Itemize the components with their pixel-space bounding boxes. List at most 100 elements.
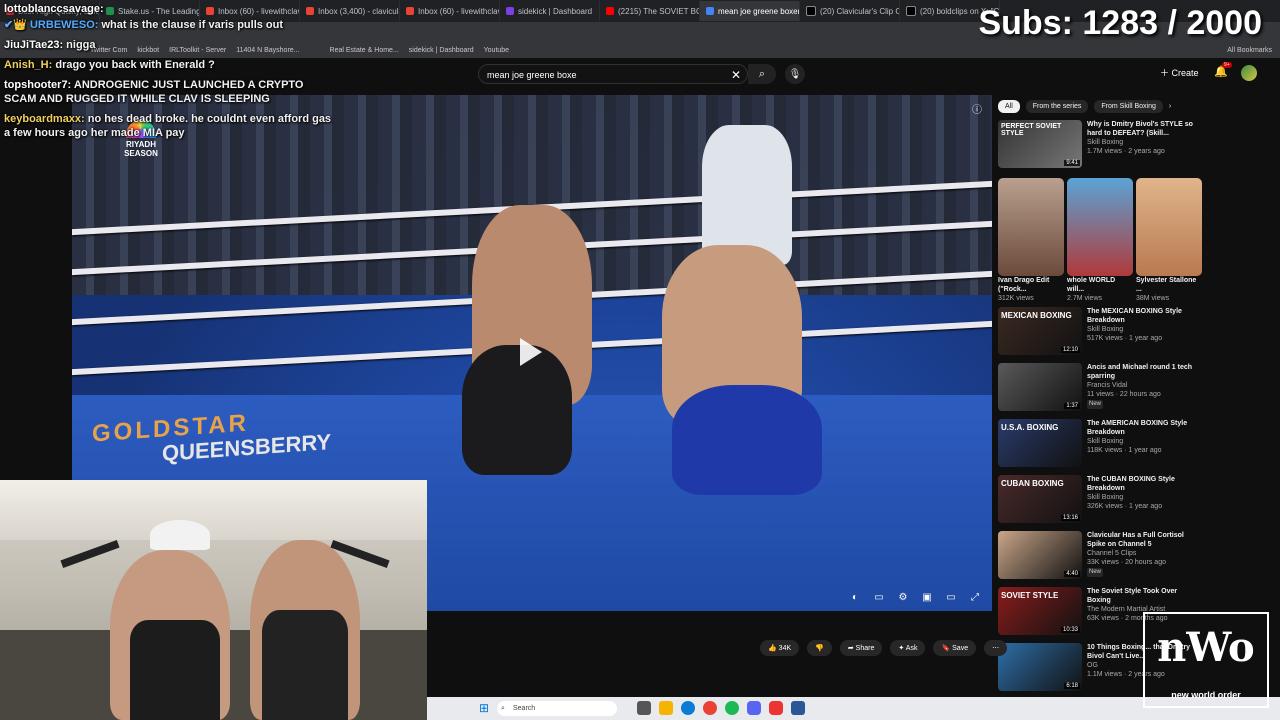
channel-name[interactable]: Channel 5 Clips (1087, 549, 1202, 558)
video-title[interactable]: The MEXICAN BOXING Style Breakdown (1087, 307, 1202, 325)
streamer-tank-top (130, 620, 220, 720)
thumbs-down-icon: 👎 (815, 645, 824, 652)
edge-icon[interactable] (681, 701, 695, 715)
recommended-video[interactable]: 4:40 Clavicular Has a Full Cortisol Spike… (998, 531, 1202, 583)
channel-name[interactable]: Skill Boxing (1087, 325, 1202, 334)
microphone-arm (60, 539, 120, 569)
video-title[interactable]: Ancis and Michael round 1 tech sparring (1087, 363, 1202, 381)
new-badge: New (1087, 568, 1104, 577)
create-button[interactable]: ＋ Create (1160, 66, 1199, 79)
recommended-video[interactable]: U.S.A. BOXING The AMERICAN BOXING Style B… (998, 419, 1202, 471)
task-view-icon[interactable] (637, 701, 651, 715)
play-icon[interactable] (520, 338, 542, 366)
chip-series[interactable]: From the series (1025, 99, 1089, 113)
youtube-icon (606, 7, 614, 15)
short-views: 2.7M views (1067, 295, 1103, 302)
ask-button[interactable]: ✦ Ask (890, 640, 926, 656)
recommended-video[interactable]: PERFECT SOVIET STYLE 9:41 Why is Dmitry … (998, 120, 1202, 172)
share-label: Share (855, 645, 875, 652)
recommended-video[interactable]: MEXICAN BOXING 12:10 The MEXICAN BOXING St… (998, 307, 1202, 359)
chat-username: lottoblanccsavage: (4, 3, 104, 15)
recommended-video[interactable]: CUBAN BOXING 13:16 The CUBAN BOXING Style … (998, 475, 1202, 527)
create-label: Create (1171, 68, 1199, 78)
short-title[interactable]: Ivan Drago Edit ("Rock... (998, 276, 1064, 294)
video-title[interactable]: The CUBAN BOXING Style Breakdown (1087, 475, 1202, 493)
short-views: 312K views (998, 295, 1034, 302)
chevron-right-icon[interactable]: › (1169, 103, 1171, 110)
more-options-button[interactable]: ⋯ (984, 640, 1008, 656)
video-meta: 118K views · 1 year ago (1087, 447, 1162, 454)
chip-all[interactable]: All (998, 99, 1020, 113)
voice-search-button[interactable]: 🎙 (785, 64, 805, 84)
tab-title: mean joe greene boxer (718, 6, 800, 16)
video-thumbnail[interactable]: U.S.A. BOXING (998, 419, 1082, 467)
clear-search-icon[interactable]: ✕ (731, 65, 741, 85)
fullscreen-icon[interactable]: ⤢ (968, 592, 982, 603)
chat-username: keyboardmaxx: (4, 113, 85, 125)
video-title[interactable]: The Soviet Style Took Over Boxing (1087, 587, 1202, 605)
share-icon: ➦ (847, 645, 856, 652)
subtitles-icon[interactable]: ▭ (872, 592, 886, 603)
channel-name[interactable]: Francis Vidal (1087, 381, 1202, 390)
referee-figure (702, 125, 792, 265)
more-icon: ⋯ (992, 645, 1000, 652)
browser-tab-active[interactable]: mean joe greene boxer (700, 1, 800, 21)
short-thumbnail[interactable] (1067, 178, 1133, 276)
channel-name[interactable]: Skill Boxing (1087, 493, 1202, 502)
theater-mode-icon[interactable]: ▭ (944, 592, 958, 603)
browser-tab[interactable]: sidekick | Dashboard (500, 1, 600, 21)
short-thumbnail[interactable] (998, 178, 1064, 276)
share-button[interactable]: ➦ Share (839, 640, 883, 656)
app-icon[interactable] (769, 701, 783, 715)
video-thumbnail[interactable]: CUBAN BOXING 13:16 (998, 475, 1082, 523)
miniplayer-icon[interactable]: ▣ (920, 592, 934, 603)
video-title[interactable]: The AMERICAN BOXING Style Breakdown (1087, 419, 1202, 437)
avatar[interactable] (1241, 65, 1257, 81)
video-thumbnail[interactable]: 6:18 (998, 643, 1082, 691)
sparkle-icon: ✦ (898, 645, 906, 652)
browser-tab[interactable]: (20) Clavicular's Clip Com (800, 1, 900, 21)
video-title[interactable]: Why is Dmitry Bivol's STYLE so hard to D… (1087, 120, 1202, 138)
search-button[interactable]: ⌕ (748, 64, 776, 84)
webcam-overlay (0, 480, 427, 720)
save-button[interactable]: 🔖 Save (933, 640, 977, 656)
chip-channel[interactable]: From Skill Boxing (1094, 99, 1163, 113)
video-duration: 13:16 (1060, 515, 1080, 521)
short-thumbnail[interactable] (1136, 178, 1202, 276)
video-thumbnail[interactable]: MEXICAN BOXING 12:10 (998, 307, 1082, 355)
video-thumbnail[interactable]: SOVIET STYLE 10:33 (998, 587, 1082, 635)
spotify-icon[interactable] (725, 701, 739, 715)
notifications-button[interactable]: 🔔 9+ (1214, 62, 1232, 78)
video-title[interactable]: Clavicular Has a Full Cortisol Spike on … (1087, 531, 1202, 549)
search-value: mean joe greene boxe (487, 70, 577, 80)
settings-gear-icon[interactable]: ⚙ (896, 592, 910, 603)
like-button[interactable]: 👍 34K (760, 640, 800, 656)
discord-icon[interactable] (747, 701, 761, 715)
windows-start-icon[interactable]: ⊞ (479, 701, 489, 715)
channel-name[interactable]: Skill Boxing (1087, 138, 1202, 147)
bookmark-item[interactable]: sidekick | Dashboard (409, 47, 474, 54)
video-meta: 33K views · 20 hours ago (1087, 559, 1166, 566)
new-badge: New (1087, 400, 1104, 409)
autoplay-toggle-icon[interactable]: ◐ (848, 592, 862, 603)
bookmark-item[interactable]: Youtube (484, 47, 509, 54)
taskbar-search[interactable]: ⌕ Search (497, 701, 617, 716)
browser-tab[interactable]: Inbox (60) - livewithclav@ (400, 1, 500, 21)
file-explorer-icon[interactable] (659, 701, 673, 715)
short-title[interactable]: whole WORLD will... (1067, 276, 1133, 294)
video-meta: 1.7M views · 2 years ago (1087, 148, 1165, 155)
channel-name[interactable]: Skill Boxing (1087, 437, 1202, 446)
dislike-button[interactable]: 👎 (807, 640, 832, 656)
logo-subtitle: new world order (1171, 690, 1241, 700)
all-bookmarks-link[interactable]: All Bookmarks (1227, 47, 1272, 54)
recommended-video[interactable]: 1:37 Ancis and Michael round 1 tech sparr… (998, 363, 1202, 415)
video-thumbnail[interactable]: 1:37 (998, 363, 1082, 411)
app-icon[interactable] (791, 701, 805, 715)
chrome-icon[interactable] (703, 701, 717, 715)
browser-tab[interactable]: (2215) The SOVIET BO (600, 1, 700, 21)
video-thumbnail[interactable]: PERFECT SOVIET STYLE 9:41 (998, 120, 1082, 168)
search-input[interactable]: mean joe greene boxe ✕ (478, 64, 748, 84)
video-thumbnail[interactable]: 4:40 (998, 531, 1082, 579)
info-icon[interactable]: ⓘ (972, 101, 982, 116)
short-title[interactable]: Sylvester Stallone ... (1136, 276, 1202, 294)
